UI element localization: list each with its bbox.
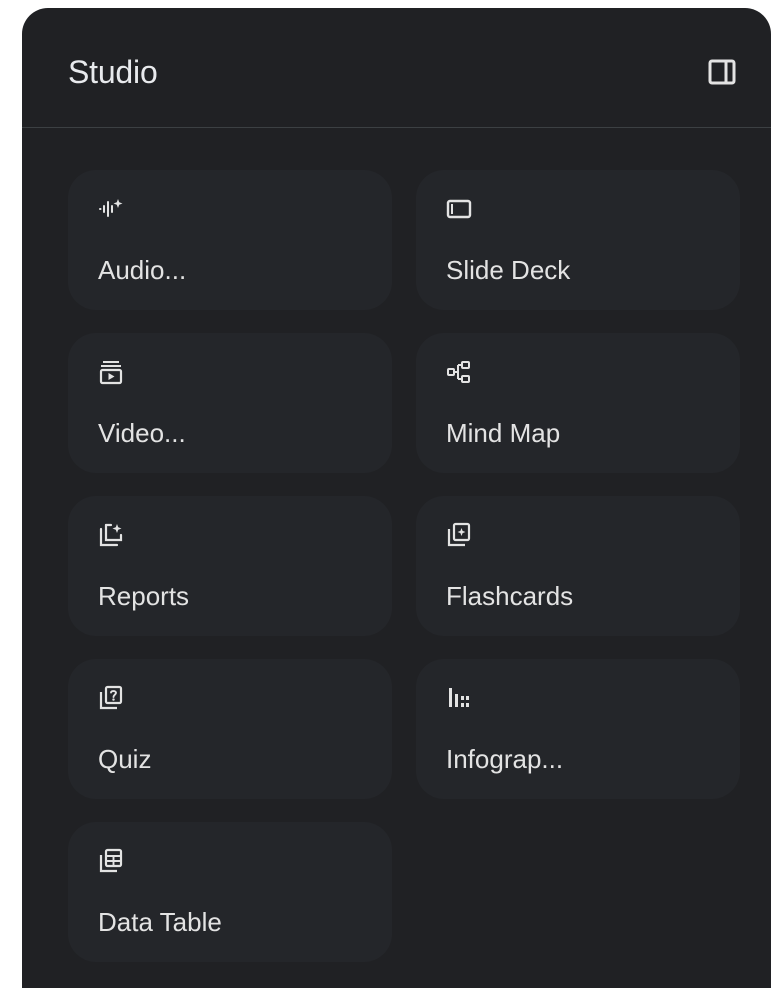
data-table-icon bbox=[98, 848, 124, 874]
side-panel-icon bbox=[708, 59, 736, 85]
video-overview-button[interactable]: Video... bbox=[68, 333, 392, 473]
video-icon bbox=[98, 359, 124, 385]
tool-label: Flashcards bbox=[446, 581, 574, 611]
infographic-button[interactable]: Infograp... bbox=[416, 659, 740, 799]
studio-header: Studio bbox=[22, 8, 771, 128]
studio-panel: Studio Audio... Slide Deck Video... Mind… bbox=[22, 8, 771, 988]
tool-label: Quiz bbox=[98, 744, 152, 774]
panel-title: Studio bbox=[68, 54, 158, 90]
reports-icon bbox=[98, 522, 124, 548]
data-table-button[interactable]: Data Table bbox=[68, 822, 392, 962]
studio-tools-grid: Audio... Slide Deck Video... Mind Map Re… bbox=[68, 170, 740, 962]
tool-label: Video... bbox=[98, 418, 186, 448]
tool-label: Infograp... bbox=[446, 744, 564, 774]
audio-overview-button[interactable]: Audio... bbox=[68, 170, 392, 310]
tool-label: Data Table bbox=[98, 907, 222, 937]
collapse-panel-button[interactable] bbox=[702, 52, 742, 92]
tool-label: Slide Deck bbox=[446, 255, 571, 285]
tool-label: Reports bbox=[98, 581, 190, 611]
infographic-icon bbox=[446, 685, 472, 711]
reports-button[interactable]: Reports bbox=[68, 496, 392, 636]
tool-label: Audio... bbox=[98, 255, 187, 285]
slide-deck-button[interactable]: Slide Deck bbox=[416, 170, 740, 310]
flashcards-button[interactable]: Flashcards bbox=[416, 496, 740, 636]
tool-label: Mind Map bbox=[446, 418, 561, 448]
quiz-icon bbox=[98, 685, 124, 711]
flashcards-icon bbox=[446, 522, 472, 548]
audio-sparkle-icon bbox=[98, 196, 124, 222]
mind-map-icon bbox=[446, 359, 472, 385]
quiz-button[interactable]: Quiz bbox=[68, 659, 392, 799]
slide-deck-icon bbox=[446, 196, 472, 222]
mind-map-button[interactable]: Mind Map bbox=[416, 333, 740, 473]
